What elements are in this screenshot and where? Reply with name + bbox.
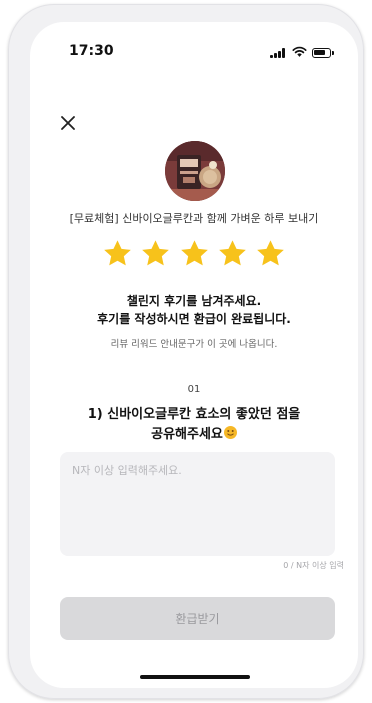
star-icon[interactable]	[179, 238, 210, 269]
app-screen: 17:30 [무료체험] 신바이오글루칸과 함께 가벼운 하루 보내기 챌린지 …	[30, 22, 358, 688]
smiling-face-emoji	[223, 426, 237, 439]
question-title-line2: 공유해주세요	[30, 423, 358, 442]
star-icon[interactable]	[102, 238, 133, 269]
refund-button[interactable]: 환급받기	[60, 597, 335, 640]
character-count: 0 / N자 이상 입력	[283, 561, 344, 570]
star-rating[interactable]	[30, 238, 358, 273]
wifi-icon	[292, 46, 307, 57]
question-number: 01	[187, 384, 201, 395]
status-bar: 17:30	[30, 22, 358, 78]
home-indicator[interactable]	[140, 675, 250, 679]
review-prompt-line1: 챌린지 후기를 남겨주세요.	[126, 294, 262, 308]
review-input[interactable]	[60, 452, 335, 556]
reward-notice: 리뷰 리워드 안내문구가 이 곳에 나옵니다.	[110, 339, 278, 350]
close-icon[interactable]	[57, 112, 79, 134]
star-icon[interactable]	[255, 238, 286, 269]
question-title-text: 공유해주세요	[151, 427, 223, 442]
battery-icon	[312, 48, 334, 58]
star-icon[interactable]	[140, 238, 171, 269]
cellular-signal-icon	[270, 48, 286, 58]
product-title: [무료체험] 신바이오글루칸과 함께 가벼운 하루 보내기	[69, 212, 319, 225]
review-prompt-line2: 후기를 작성하시면 환급이 완료됩니다.	[97, 312, 291, 326]
star-icon[interactable]	[217, 238, 248, 269]
phone-frame: 17:30 [무료체험] 신바이오글루칸과 함께 가벼운 하루 보내기 챌린지 …	[8, 4, 364, 699]
status-time: 17:30	[69, 43, 114, 59]
question-title-line1: 1) 신바이오글루칸 효소의 좋았던 점을	[87, 407, 301, 422]
product-thumbnail	[165, 141, 225, 201]
